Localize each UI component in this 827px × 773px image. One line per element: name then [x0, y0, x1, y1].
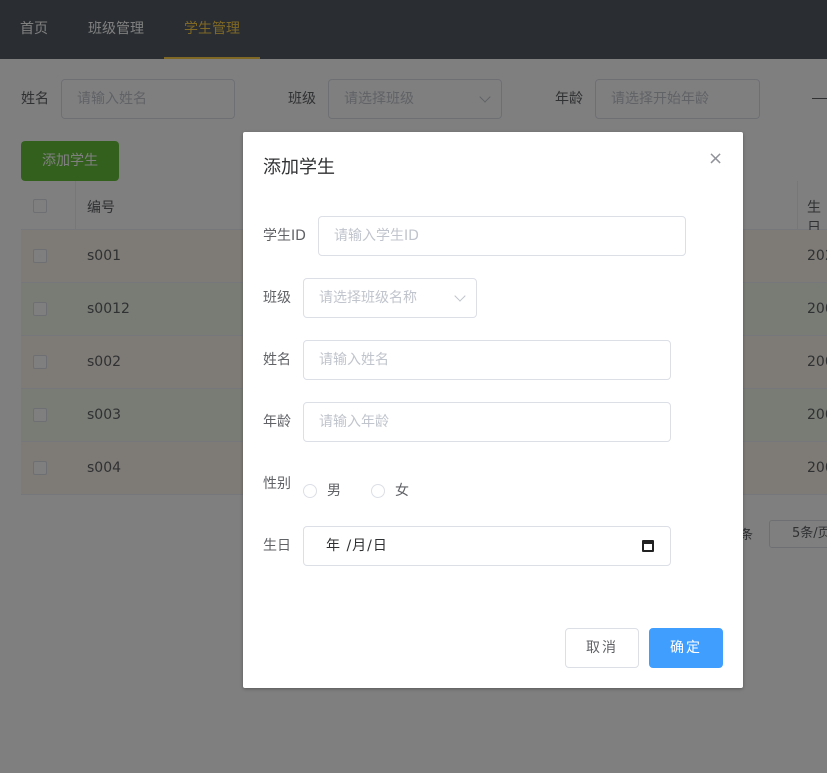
class-label: 班级: [263, 290, 291, 306]
chevron-down-icon: [454, 290, 466, 302]
age-input[interactable]: 请输入年龄: [303, 402, 671, 442]
gender-female-label[interactable]: 女: [395, 475, 409, 507]
class-select-placeholder: 请选择班级名称: [319, 290, 417, 306]
birthday-label: 生日: [263, 538, 291, 554]
birthday-date-value: 年 /月/日: [326, 538, 388, 554]
cancel-button[interactable]: 取消: [565, 628, 639, 668]
add-student-dialog: 添加学生 × 学生ID 请输入学生ID 班级 请选择班级名称 姓名 请输入姓名 …: [243, 132, 743, 688]
gender-male-radio[interactable]: [303, 484, 317, 498]
class-select[interactable]: 请选择班级名称: [303, 278, 477, 318]
birthday-date-input[interactable]: 年 /月/日: [303, 526, 671, 566]
name-label: 姓名: [263, 352, 291, 368]
gender-female-radio[interactable]: [371, 484, 385, 498]
calendar-icon[interactable]: [642, 540, 654, 552]
age-label: 年龄: [263, 414, 291, 430]
gender-male-label[interactable]: 男: [327, 475, 341, 507]
confirm-button[interactable]: 确定: [649, 628, 723, 668]
student-id-input[interactable]: 请输入学生ID: [318, 216, 686, 256]
dialog-title: 添加学生: [263, 157, 335, 178]
gender-label: 性别: [263, 476, 291, 492]
close-icon[interactable]: ×: [708, 150, 723, 168]
name-input[interactable]: 请输入姓名: [303, 340, 671, 380]
student-id-label: 学生ID: [263, 228, 306, 244]
